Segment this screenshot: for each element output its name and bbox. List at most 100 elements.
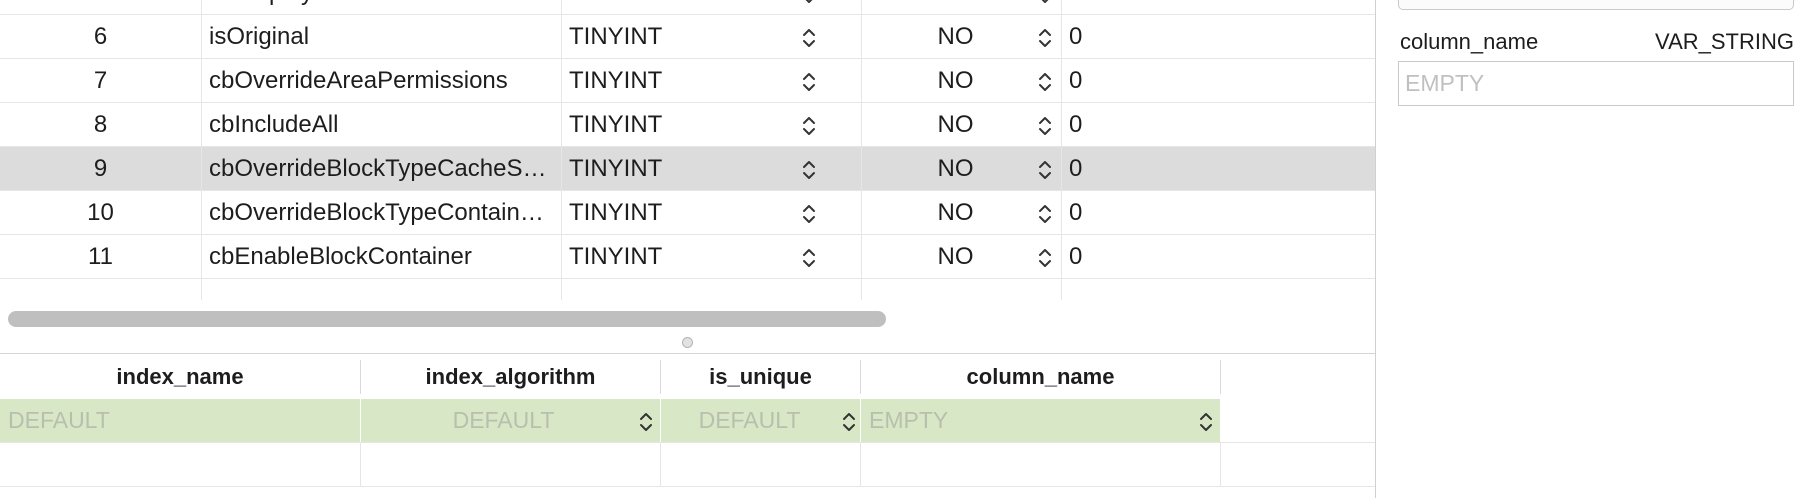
empty-cell (1221, 443, 1375, 486)
nullable-cell[interactable]: NO (862, 147, 1062, 190)
column-type-cell[interactable]: TINYINT (562, 59, 862, 102)
column-type-cell[interactable]: TINYINT (562, 15, 862, 58)
table-row[interactable]: 5 cbDisplayOrder INT NO 0 (0, 0, 1375, 15)
column-name-cell[interactable]: isOriginal (202, 15, 562, 58)
nullable-cell[interactable]: NO (862, 235, 1062, 278)
row-index-cell: 7 (0, 59, 202, 102)
row-index-cell: 8 (0, 103, 202, 146)
column-type-value: INT (569, 0, 608, 6)
default-cell[interactable]: 0 (1062, 59, 1375, 102)
header-index-name[interactable]: index_name (0, 360, 361, 394)
field-label: column_name (1400, 29, 1539, 54)
table-row[interactable]: 10 cbOverrideBlockTypeContain… TINYINT N… (0, 191, 1375, 235)
is-unique-cell[interactable]: DEFAULT (661, 399, 861, 442)
header-column-name[interactable]: column_name (861, 360, 1221, 394)
default-cell[interactable]: 0 (1062, 15, 1375, 58)
default-cell[interactable]: 0 (1062, 103, 1375, 146)
field-inspector-panel: column_name VAR_STRING (1376, 0, 1810, 498)
column-type-cell[interactable]: TINYINT (562, 147, 862, 190)
table-row[interactable]: 8 cbIncludeAll TINYINT NO 0 (0, 103, 1375, 147)
row-index-cell: 9 (0, 147, 202, 190)
nullable-stepper-icon[interactable] (1038, 159, 1052, 181)
nullable-value: NO (937, 155, 974, 182)
column-name-cell[interactable]: cbOverrideBlockTypeCacheS… (202, 147, 562, 190)
column-name-cell[interactable]: cbOverrideBlockTypeContain… (202, 191, 562, 234)
default-cell[interactable]: 0 (1062, 191, 1375, 234)
nullable-value: NO (938, 0, 974, 6)
nullable-cell[interactable]: NO (862, 59, 1062, 102)
table-row[interactable]: 7 cbOverrideAreaPermissions TINYINT NO 0 (0, 59, 1375, 103)
column-name-cell[interactable]: cbDisplayOrder (202, 0, 562, 14)
column-type-cell[interactable]: TINYINT (562, 235, 862, 278)
index-algorithm-value: DEFAULT (452, 407, 555, 433)
column-stepper-icon[interactable] (1199, 411, 1213, 433)
splitter-handle-icon[interactable] (682, 337, 693, 348)
row-index-cell: 11 (0, 235, 202, 278)
previous-field-input[interactable] (1398, 0, 1794, 10)
index-algorithm-cell[interactable]: DEFAULT (361, 399, 661, 442)
nullable-cell[interactable]: NO (862, 0, 1062, 14)
row-index-cell: 6 (0, 15, 202, 58)
type-stepper-icon[interactable] (802, 203, 816, 225)
index-name-cell[interactable]: DEFAULT (0, 399, 361, 442)
column-name-input[interactable] (1398, 61, 1794, 106)
type-stepper-icon[interactable] (802, 159, 816, 181)
column-type-cell[interactable]: INT (562, 0, 862, 14)
type-stepper-icon[interactable] (802, 115, 816, 137)
index-column-cell[interactable]: EMPTY (861, 399, 1221, 442)
column-name-cell[interactable]: cbIncludeAll (202, 103, 562, 146)
empty-cell (1221, 399, 1375, 442)
indexes-table-header: index_name index_algorithm is_unique col… (0, 354, 1375, 399)
column-type-cell[interactable]: TINYINT (562, 191, 862, 234)
table-row[interactable]: 6 isOriginal TINYINT NO 0 (0, 15, 1375, 59)
nullable-cell[interactable]: NO (862, 191, 1062, 234)
column-type-value: TINYINT (569, 111, 663, 138)
nullable-value: NO (937, 23, 974, 50)
table-row-selected[interactable]: 9 cbOverrideBlockTypeCacheS… TINYINT NO … (0, 147, 1375, 191)
indexes-table: index_name index_algorithm is_unique col… (0, 354, 1375, 498)
column-type-value: TINYINT (569, 23, 663, 50)
unique-stepper-icon[interactable] (842, 411, 856, 433)
nullable-value: NO (937, 199, 974, 226)
nullable-stepper-icon[interactable] (1038, 115, 1052, 137)
is-unique-value: DEFAULT (698, 407, 801, 433)
nullable-stepper-icon[interactable] (1038, 71, 1052, 93)
horizontal-scrollbar-thumb[interactable] (8, 311, 886, 327)
table-row[interactable]: 11 cbEnableBlockContainer TINYINT NO 0 (0, 235, 1375, 279)
default-cell[interactable]: 0 (1062, 0, 1375, 14)
column-type-cell[interactable]: TINYINT (562, 103, 862, 146)
nullable-cell[interactable]: NO (862, 15, 1062, 58)
empty-cell (661, 443, 861, 486)
index-column-value: EMPTY (869, 407, 949, 433)
empty-cell (361, 443, 661, 486)
columns-table: 5 cbDisplayOrder INT NO 0 6 isOriginal T… (0, 0, 1375, 340)
nullable-value: NO (937, 67, 974, 94)
column-name-cell[interactable]: cbOverrideAreaPermissions (202, 59, 562, 102)
pane-splitter[interactable] (0, 334, 1375, 354)
row-index-cell: 5 (0, 0, 202, 14)
empty-cell (0, 443, 361, 486)
default-cell[interactable]: 0 (1062, 235, 1375, 278)
row-index-cell: 10 (0, 191, 202, 234)
nullable-stepper-icon[interactable] (1038, 203, 1052, 225)
column-type-value: TINYINT (569, 67, 663, 94)
column-type-value: TINYINT (569, 243, 663, 270)
header-is-unique[interactable]: is_unique (661, 360, 861, 394)
type-stepper-icon[interactable] (802, 247, 816, 269)
nullable-cell[interactable]: NO (862, 103, 1062, 146)
type-stepper-icon[interactable] (802, 27, 816, 49)
new-index-row[interactable]: DEFAULT DEFAULT DEFAULT EMPTY (0, 399, 1375, 443)
nullable-stepper-icon[interactable] (1038, 0, 1052, 5)
field-type-label: VAR_STRING (1655, 29, 1794, 54)
column-name-cell[interactable]: cbEnableBlockContainer (202, 235, 562, 278)
type-stepper-icon[interactable] (802, 71, 816, 93)
nullable-stepper-icon[interactable] (1038, 27, 1052, 49)
nullable-stepper-icon[interactable] (1038, 247, 1052, 269)
column-type-value: TINYINT (569, 155, 663, 182)
header-index-algorithm[interactable]: index_algorithm (361, 360, 661, 394)
algorithm-stepper-icon[interactable] (639, 411, 653, 433)
nullable-value: NO (937, 243, 974, 270)
empty-table-row (0, 443, 1375, 487)
default-cell[interactable]: 0 (1062, 147, 1375, 190)
type-stepper-icon[interactable] (802, 0, 816, 5)
